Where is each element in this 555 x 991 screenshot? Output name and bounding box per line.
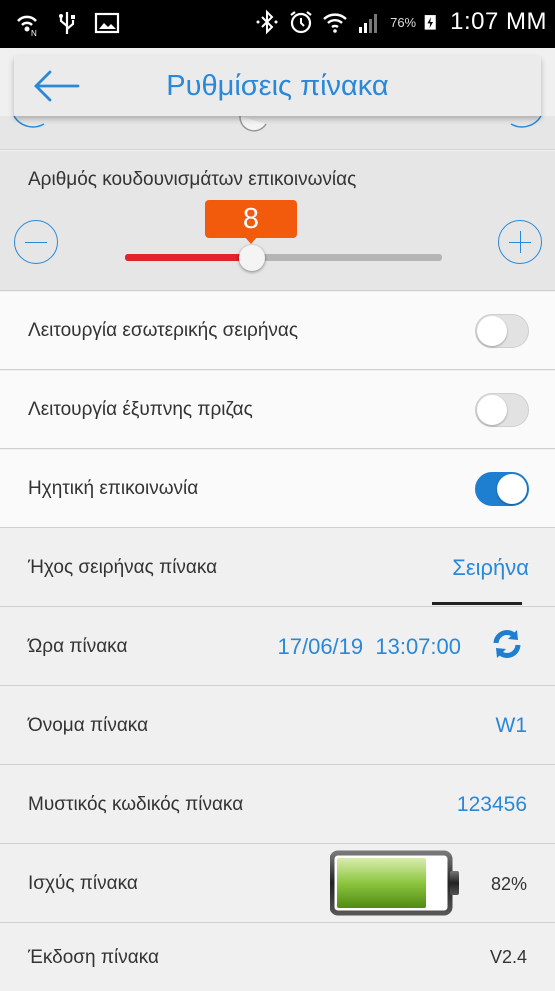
- panel-name-value[interactable]: W1: [496, 687, 528, 765]
- signal-icon: [359, 14, 378, 33]
- panel-version-label: Έκδοση πίνακα: [28, 947, 159, 968]
- alarm-icon: [290, 11, 312, 34]
- bluetooth-icon: [256, 9, 278, 35]
- ring-count-slider-thumb[interactable]: [239, 245, 265, 271]
- svg-text:N: N: [31, 29, 37, 36]
- row-panel-version: Έκδοση πίνακα V2.4: [0, 924, 555, 991]
- row-panel-password[interactable]: Μυστικός κωδικός πίνακα 123456: [0, 766, 555, 844]
- status-time: 1:07 ΜΜ: [450, 8, 547, 35]
- row-siren-sound[interactable]: Ήχος σειρήνας πίνακα Σειρήνα: [0, 529, 555, 607]
- siren-sound-underline: [432, 602, 522, 605]
- ring-count-slider-track[interactable]: [125, 254, 442, 261]
- refresh-icon[interactable]: [490, 627, 524, 661]
- status-bar: N 76% 1:07 ΜΜ: [0, 0, 555, 48]
- smart-plug-label: Λειτουργία έξυπνης πριζας: [28, 399, 253, 420]
- panel-name-label: Όνομα πίνακα: [28, 715, 149, 736]
- partial-slider-outline: [13, 116, 542, 132]
- panel-version-value: V2.4: [489, 947, 527, 967]
- panel-time-label: Ώρα πίνακα: [28, 636, 128, 657]
- partial-slider-section: [0, 116, 555, 150]
- row-voice-communication: Ηχητική επικοινωνία: [0, 450, 555, 528]
- panel-power-label: Ισχύς πίνακα: [28, 873, 138, 894]
- row-smart-plug: Λειτουργία έξυπνης πριζας: [0, 371, 555, 449]
- panel-time-value: 17/06/19 13:07:00: [277, 634, 462, 659]
- battery-percent: 76%: [390, 14, 417, 30]
- page-title: Ρυθμίσεις πίνακα: [166, 70, 389, 102]
- battery-level-icon: [330, 850, 459, 916]
- battery-charging-icon: [424, 15, 436, 30]
- hotspot-icon: N: [17, 15, 37, 36]
- minus-icon: [25, 241, 47, 243]
- siren-sound-label: Ήχος σειρήνας πίνακα: [28, 557, 218, 578]
- siren-sound-value[interactable]: Σειρήνα: [452, 529, 529, 607]
- row-panel-power: Ισχύς πίνακα 82%: [0, 845, 555, 923]
- voice-communication-label: Ηχητική επικοινωνία: [28, 478, 199, 499]
- increase-button[interactable]: [498, 220, 542, 264]
- row-panel-time: Ώρα πίνακα 17/06/19 13:07:00: [0, 608, 555, 686]
- row-panel-name[interactable]: Όνομα πίνακα W1: [0, 687, 555, 765]
- wifi-icon: [323, 13, 347, 33]
- panel-password-label: Μυστικός κωδικός πίνακα: [28, 794, 244, 815]
- internal-siren-toggle[interactable]: [475, 314, 529, 348]
- ring-count-value-bubble: 8: [205, 200, 297, 238]
- app-header: Ρυθμίσεις πίνακα: [14, 56, 541, 116]
- panel-password-value[interactable]: 123456: [457, 766, 527, 844]
- ring-count-slider-fill: [125, 254, 252, 261]
- voice-communication-toggle[interactable]: [475, 472, 529, 506]
- ring-count-label: Αριθμός κουδουνισμάτων επικοινωνίας: [28, 169, 357, 190]
- smart-plug-toggle[interactable]: [475, 393, 529, 427]
- panel-power-value: 82%: [490, 874, 527, 894]
- decrease-button[interactable]: [14, 220, 58, 264]
- usb-icon: [59, 12, 75, 34]
- image-icon: [94, 12, 120, 34]
- internal-siren-label: Λειτουργία εσωτερικής σειρήνας: [28, 320, 299, 341]
- row-internal-siren: Λειτουργία εσωτερικής σειρήνας: [0, 292, 555, 370]
